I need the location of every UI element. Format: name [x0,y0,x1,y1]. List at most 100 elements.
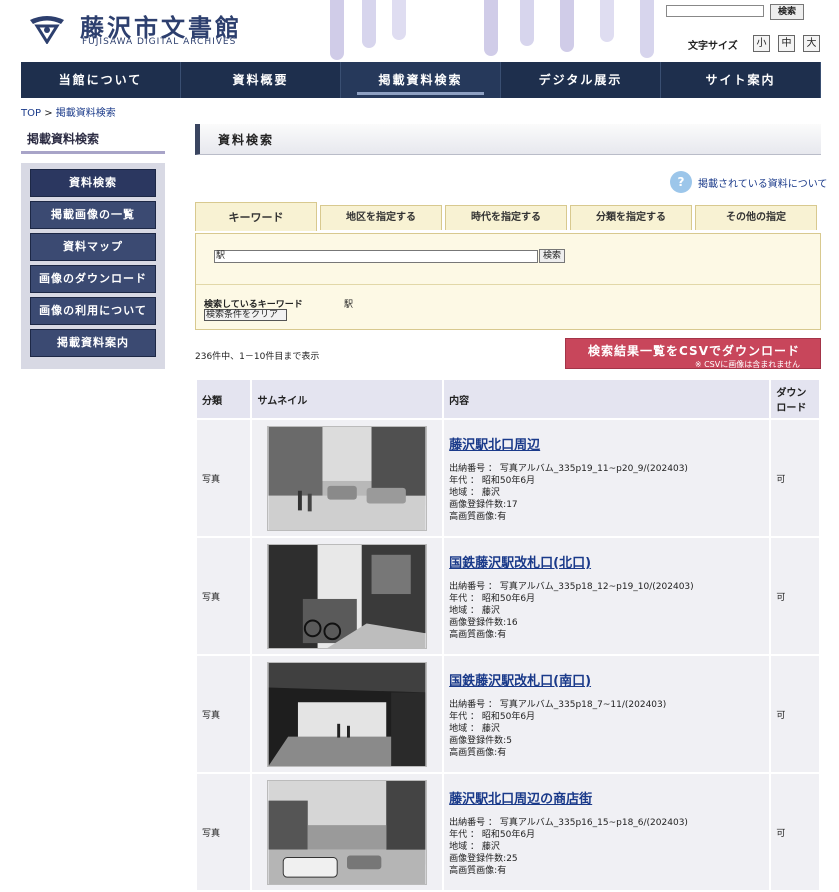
search-tabs: キーワード 地区を指定する 時代を指定する 分類を指定する その他の指定 [195,202,821,233]
site-search-input[interactable] [666,5,764,17]
wisteria-decoration [392,0,406,40]
row-thumbnail-cell [252,774,443,890]
sidebar-item-guide[interactable]: 掲載資料案内 [30,329,156,357]
wisteria-decoration [520,0,534,46]
item-storage-number: 出納番号 ： 写真アルバム_335p16_15~p18_6/(202403) [449,817,688,828]
sidebar-menu: 資料検索 掲載画像の一覧 資料マップ 画像のダウンロード 画像の利用について 掲… [21,163,165,369]
results-table: 分類 サムネイル 内容 ダウンロード 写真 藤沢駅北口周辺 出納番号 ： 写真ア… [195,378,821,892]
row-content: 国鉄藤沢駅改札口(南口) 出納番号 ： 写真アルバム_335p18_7~11/(… [444,656,770,772]
item-hq-image: 高画質画像:有 [449,747,507,758]
table-row: 写真 藤沢駅北口周辺 出納番号 ： 写真アルバム_335p19_11~p20_9… [197,420,819,536]
item-area: 地域 ： 藤沢 [449,605,500,616]
item-storage-number: 出納番号 ： 写真アルバム_335p18_12~p19_10/(202403) [449,581,694,592]
item-title-link[interactable]: 国鉄藤沢駅改札口(北口) [449,552,764,571]
item-storage-number: 出納番号 ： 写真アルバム_335p19_11~p20_9/(202403) [449,463,688,474]
font-size-large-button[interactable]: 大 [803,35,820,52]
global-nav: 当館について 資料概要 掲載資料検索 デジタル展示 サイト案内 [21,62,821,98]
table-header-row: 分類 サムネイル 内容 ダウンロード [197,380,819,418]
row-content: 藤沢駅北口周辺 出納番号 ： 写真アルバム_335p19_11~p20_9/(2… [444,420,770,536]
tab-other[interactable]: その他の指定 [695,205,817,230]
item-era: 年代 ： 昭和50年6月 [449,593,536,604]
item-title-link[interactable]: 藤沢駅北口周辺の商店街 [449,788,764,807]
table-row: 写真 国鉄藤沢駅改札口(南口) 出納番号 ： 写真アルバム_335p18_7~1… [197,656,819,772]
row-download: 可 [771,538,819,654]
row-download: 可 [771,774,819,890]
csv-download-label: 検索結果一覧をCSVでダウンロード [588,344,800,358]
breadcrumb-top-link[interactable]: TOP [21,108,41,119]
tab-area[interactable]: 地区を指定する [320,205,442,230]
nav-item-digital-exhibit[interactable]: デジタル展示 [501,62,661,98]
tab-category[interactable]: 分類を指定する [570,205,692,230]
item-image-count: 画像登録件数:16 [449,617,518,628]
row-category: 写真 [197,774,251,890]
sidebar-item-map[interactable]: 資料マップ [30,233,156,261]
sidebar-item-search[interactable]: 資料検索 [30,169,156,197]
item-image-count: 画像登録件数:25 [449,853,518,864]
item-title-link[interactable]: 国鉄藤沢駅改札口(南口) [449,670,764,689]
tab-era[interactable]: 時代を指定する [445,205,567,230]
header-download: ダウンロード [771,380,819,418]
wisteria-decoration [484,0,498,56]
csv-download-button[interactable]: 検索結果一覧をCSVでダウンロード ※ CSVに画像は含まれません [565,338,821,369]
row-category: 写真 [197,656,251,772]
sidebar-item-image-list[interactable]: 掲載画像の一覧 [30,201,156,229]
result-count: 236件中、1－10件目まで表示 [195,352,320,362]
row-content: 国鉄藤沢駅改札口(北口) 出納番号 ： 写真アルバム_335p18_12~p19… [444,538,770,654]
site-logo-subtitle: FUJISAWA DIGITAL ARCHIVES [82,37,237,47]
table-row: 写真 藤沢駅北口周辺の商店街 出納番号 ： 写真アルバム_335p16_15~p… [197,774,819,890]
breadcrumb-current-link[interactable]: 掲載資料検索 [56,108,116,119]
row-download: 可 [771,420,819,536]
item-hq-image: 高画質画像:有 [449,865,507,876]
keyword-search-button[interactable]: 検索 [539,249,565,263]
item-area: 地域 ： 藤沢 [449,841,500,852]
font-size-label: 文字サイズ [688,41,738,52]
item-storage-number: 出納番号 ： 写真アルバム_335p18_7~11/(202403) [449,699,667,710]
help-link[interactable]: 掲載されている資料について [698,175,827,190]
item-title-link[interactable]: 藤沢駅北口周辺 [449,434,764,453]
table-row: 写真 国鉄藤沢駅改札口(北口) 出納番号 ： 写真アルバム_335p18_12~… [197,538,819,654]
item-era: 年代 ： 昭和50年6月 [449,475,536,486]
thumbnail-image[interactable] [267,779,428,885]
thumbnail-image[interactable] [267,425,428,531]
item-area: 地域 ： 藤沢 [449,723,500,734]
nav-item-overview[interactable]: 資料概要 [181,62,341,98]
row-thumbnail-cell [252,656,443,772]
row-thumbnail-cell [252,538,443,654]
row-category: 写真 [197,420,251,536]
panel-divider [196,284,820,285]
clear-conditions-button[interactable]: 検索条件をクリア [204,309,287,321]
row-download: 可 [771,656,819,772]
keyword-panel: 駅 検索 検索しているキーワード 駅 検索条件をクリア [195,233,821,330]
tab-keyword[interactable]: キーワード [195,202,317,231]
wisteria-decoration [362,0,376,48]
header-category: 分類 [197,380,251,418]
sidebar-item-download[interactable]: 画像のダウンロード [30,265,156,293]
sidebar-item-usage[interactable]: 画像の利用について [30,297,156,325]
row-category: 写真 [197,538,251,654]
question-icon[interactable]: ? [670,171,692,193]
site-header: 藤沢市文書館 FUJISAWA DIGITAL ARCHIVES 検索 文字サイ… [0,0,839,62]
help-link-wrap: ? 掲載されている資料について [670,170,827,194]
wisteria-decoration [330,0,344,60]
row-thumbnail-cell [252,420,443,536]
keyword-input[interactable]: 駅 [214,250,538,263]
nav-item-about[interactable]: 当館について [21,62,181,98]
sidebar-title: 掲載資料検索 [21,124,165,154]
site-search-button[interactable]: 検索 [770,4,804,20]
wisteria-decoration [560,0,574,52]
searching-keyword-value: 駅 [344,300,354,310]
thumbnail-image[interactable] [267,661,428,767]
wisteria-decoration [640,0,654,58]
font-size-small-button[interactable]: 小 [753,35,770,52]
item-image-count: 画像登録件数:5 [449,735,512,746]
nav-item-site-guide[interactable]: サイト案内 [661,62,821,98]
nav-item-search[interactable]: 掲載資料検索 [341,62,501,98]
item-image-count: 画像登録件数:17 [449,499,518,510]
row-content: 藤沢駅北口周辺の商店街 出納番号 ： 写真アルバム_335p16_15~p18_… [444,774,770,890]
thumbnail-image[interactable] [267,543,428,649]
font-size-medium-button[interactable]: 中 [778,35,795,52]
csv-download-note: ※ CSVに画像は含まれません [694,360,800,369]
wisteria-decoration [600,0,614,42]
item-era: 年代 ： 昭和50年6月 [449,829,536,840]
page-title: 資料検索 [195,124,821,155]
